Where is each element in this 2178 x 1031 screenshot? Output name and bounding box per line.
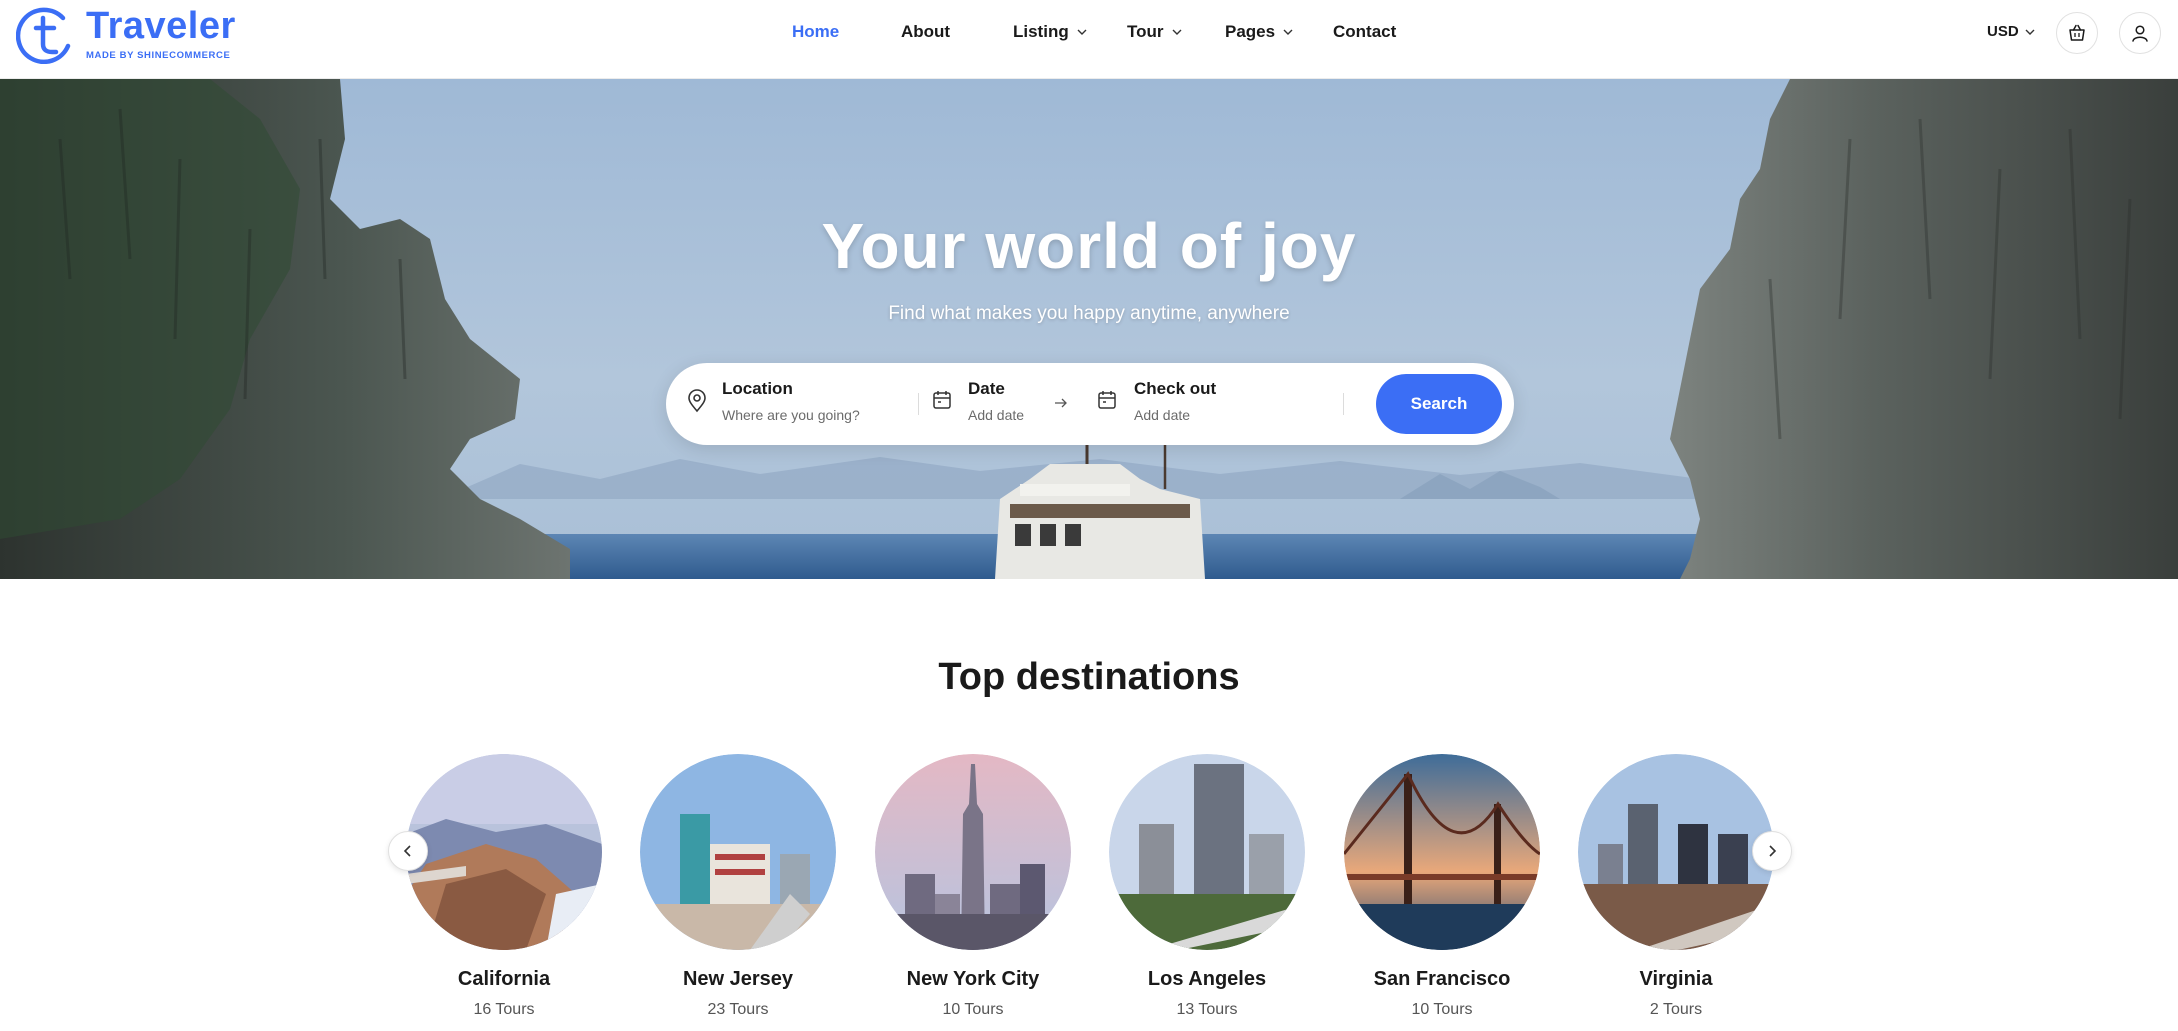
destination-name: Virginia: [1639, 968, 1713, 990]
chevron-right-icon: [1769, 845, 1777, 857]
nav-contact[interactable]: Contact: [1333, 22, 1396, 42]
nav-pages[interactable]: Pages: [1225, 22, 1293, 42]
date-field[interactable]: Date Add date: [968, 379, 1024, 423]
date-placeholder: Add date: [968, 407, 1025, 423]
destination-card-san-francisco[interactable]: San Francisco 10 Tours: [1344, 754, 1540, 1019]
location-placeholder: Where are you going?: [722, 407, 860, 423]
hero-title: Your world of joy: [821, 210, 1357, 282]
destination-image: [875, 754, 1071, 950]
hero-background-image: [0, 79, 2178, 579]
divider: [1343, 393, 1344, 415]
hero-subtitle: Find what makes you happy anytime, anywh…: [888, 303, 1290, 324]
destination-tour-count: 10 Tours: [1411, 1001, 1473, 1018]
search-bar: Location Where are you going? Date Add d…: [666, 363, 1514, 445]
destination-card-california[interactable]: California 16 Tours: [406, 754, 602, 1019]
destination-tour-count: 16 Tours: [473, 1001, 535, 1018]
destination-image: [1109, 754, 1305, 950]
section-title: Top destinations: [938, 656, 1240, 698]
nav-about[interactable]: About: [901, 22, 950, 42]
destination-name: Los Angeles: [1147, 968, 1267, 990]
destination-card-new-jersey[interactable]: New Jersey 23 Tours: [640, 754, 836, 1019]
location-field[interactable]: Location Where are you going?: [722, 379, 860, 423]
destination-tour-count: 10 Tours: [942, 1001, 1004, 1018]
divider: [918, 393, 919, 415]
date-label: Date: [968, 379, 1005, 398]
site-header: Traveler MADE BY SHINECOMMERCE Home Abou…: [0, 0, 2178, 79]
cart-button[interactable]: [2056, 12, 2098, 54]
hero-banner: Your world of joy Find what makes you ha…: [0, 79, 2178, 579]
chevron-down-icon: [2025, 29, 2035, 35]
carousel-prev-button[interactable]: [388, 831, 428, 871]
checkout-label: Check out: [1134, 379, 1217, 398]
nav-home[interactable]: Home: [792, 22, 839, 42]
arrow-right-icon: [1055, 398, 1067, 408]
destination-name: California: [457, 968, 551, 990]
destination-tour-count: 13 Tours: [1176, 1001, 1238, 1018]
destination-card-los-angeles[interactable]: Los Angeles 13 Tours: [1109, 754, 1305, 1019]
basket-icon: [2069, 24, 2085, 41]
search-button[interactable]: Search: [1376, 374, 1502, 434]
destination-name: New York City: [906, 968, 1040, 990]
location-label: Location: [722, 379, 793, 398]
destination-name: San Francisco: [1373, 968, 1511, 990]
nav-listing[interactable]: Listing: [1013, 22, 1087, 42]
destination-tour-count: 2 Tours: [1649, 1001, 1703, 1018]
destination-name: New Jersey: [682, 968, 794, 990]
account-button[interactable]: [2119, 12, 2161, 54]
user-icon: [2132, 25, 2148, 42]
logo[interactable]: Traveler MADE BY SHINECOMMERCE: [16, 4, 235, 64]
chevron-down-icon: [1172, 29, 1182, 35]
checkout-field[interactable]: Check out Add date: [1134, 379, 1216, 423]
chevron-down-icon: [1077, 29, 1087, 35]
calendar-icon: [933, 391, 951, 409]
checkout-placeholder: Add date: [1134, 407, 1191, 423]
chevron-left-icon: [403, 845, 411, 857]
logo-name: Traveler: [86, 5, 236, 47]
map-pin-icon: [688, 389, 706, 413]
destination-card-new-york-city[interactable]: New York City 10 Tours: [875, 754, 1071, 1019]
chevron-down-icon: [1283, 29, 1293, 35]
destination-card-virginia[interactable]: Virginia 2 Tours: [1578, 754, 1774, 1019]
logo-tagline: MADE BY SHINECOMMERCE: [86, 50, 231, 61]
destination-image: [1344, 754, 1540, 950]
nav-tour[interactable]: Tour: [1127, 22, 1182, 42]
destination-tour-count: 23 Tours: [707, 1001, 769, 1018]
calendar-icon: [1098, 391, 1116, 409]
currency-selector[interactable]: USD: [1987, 23, 2035, 40]
traveler-logo-icon: [16, 7, 71, 64]
destination-image: [406, 754, 602, 950]
destination-image: [640, 754, 836, 950]
carousel-next-button[interactable]: [1752, 831, 1792, 871]
destination-image: [1578, 754, 1774, 950]
